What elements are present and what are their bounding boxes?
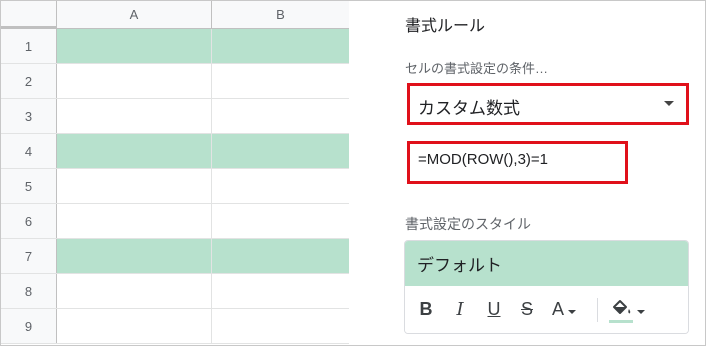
style-preview-text: デフォルト [417, 256, 502, 275]
table-row: 6 [1, 204, 349, 239]
fill-color-swatch [609, 320, 633, 323]
row-header[interactable]: 9 [1, 309, 57, 343]
panel-title: 書式ルール [405, 18, 486, 35]
table-row: 1 [1, 29, 349, 64]
row-header[interactable]: 5 [1, 169, 57, 203]
custom-formula-input[interactable]: =MOD(ROW(),3)=1 [407, 141, 628, 184]
underline-button[interactable]: U [485, 296, 503, 322]
row-header[interactable]: 3 [1, 99, 57, 133]
row-header[interactable]: 8 [1, 274, 57, 308]
column-header-b[interactable]: B [212, 1, 349, 29]
table-row: 9 [1, 309, 349, 344]
grid-cell[interactable] [57, 134, 212, 168]
condition-dropdown[interactable]: カスタム数式 [407, 83, 689, 125]
grid-cell[interactable] [57, 274, 212, 308]
row-header[interactable]: 6 [1, 204, 57, 238]
row-header[interactable]: 7 [1, 239, 57, 273]
paint-bucket-icon [613, 300, 631, 314]
style-preview[interactable]: デフォルト [405, 241, 688, 286]
grid-cell[interactable] [57, 29, 212, 63]
grid-cell[interactable] [57, 239, 212, 273]
grid-rows: 123456789 [1, 29, 349, 344]
table-row: 7 [1, 239, 349, 274]
grid-cell[interactable] [57, 204, 212, 238]
table-row: 3 [1, 99, 349, 134]
grid-cell[interactable] [57, 309, 212, 343]
bold-button[interactable]: B [417, 296, 435, 322]
grid-cell[interactable] [212, 64, 349, 98]
format-style-box: デフォルト B I U S A [404, 240, 689, 334]
row-header[interactable]: 2 [1, 64, 57, 98]
grid-cell[interactable] [212, 274, 349, 308]
grid-cell[interactable] [57, 99, 212, 133]
grid-cell[interactable] [212, 99, 349, 133]
spreadsheet-grid: A B 123456789 [1, 1, 349, 345]
conditional-format-panel: 書式ルール セルの書式設定の条件… カスタム数式 =MOD(ROW(),3)=1… [383, 0, 705, 344]
grid-cell[interactable] [57, 169, 212, 203]
fill-color-caret-icon [637, 310, 645, 314]
table-row: 8 [1, 274, 349, 309]
strikethrough-button[interactable]: S [518, 296, 536, 322]
grid-cell[interactable] [212, 29, 349, 63]
grid-cell[interactable] [212, 134, 349, 168]
grid-cell[interactable] [57, 64, 212, 98]
grid-cell[interactable] [212, 239, 349, 273]
style-label: 書式設定のスタイル [405, 216, 531, 232]
condition-label: セルの書式設定の条件… [405, 61, 549, 76]
italic-button[interactable]: I [451, 296, 469, 322]
table-row: 2 [1, 64, 349, 99]
text-color-caret-icon [568, 310, 577, 314]
table-row: 5 [1, 169, 349, 204]
grid-cell[interactable] [212, 204, 349, 238]
select-all-corner[interactable] [1, 1, 57, 29]
toolbar-divider [597, 298, 598, 322]
text-color-icon: A [552, 298, 565, 319]
condition-dropdown-value: カスタム数式 [418, 99, 520, 118]
grid-cell[interactable] [212, 169, 349, 203]
format-toolbar: B I U S A [405, 286, 688, 333]
row-header[interactable]: 1 [1, 29, 57, 63]
grid-cell[interactable] [212, 309, 349, 343]
fill-color-button[interactable] [609, 296, 649, 323]
text-color-button[interactable]: A [552, 296, 584, 322]
column-header-a[interactable]: A [57, 1, 212, 29]
table-row: 4 [1, 134, 349, 169]
row-header[interactable]: 4 [1, 134, 57, 168]
caret-down-icon [664, 101, 674, 106]
